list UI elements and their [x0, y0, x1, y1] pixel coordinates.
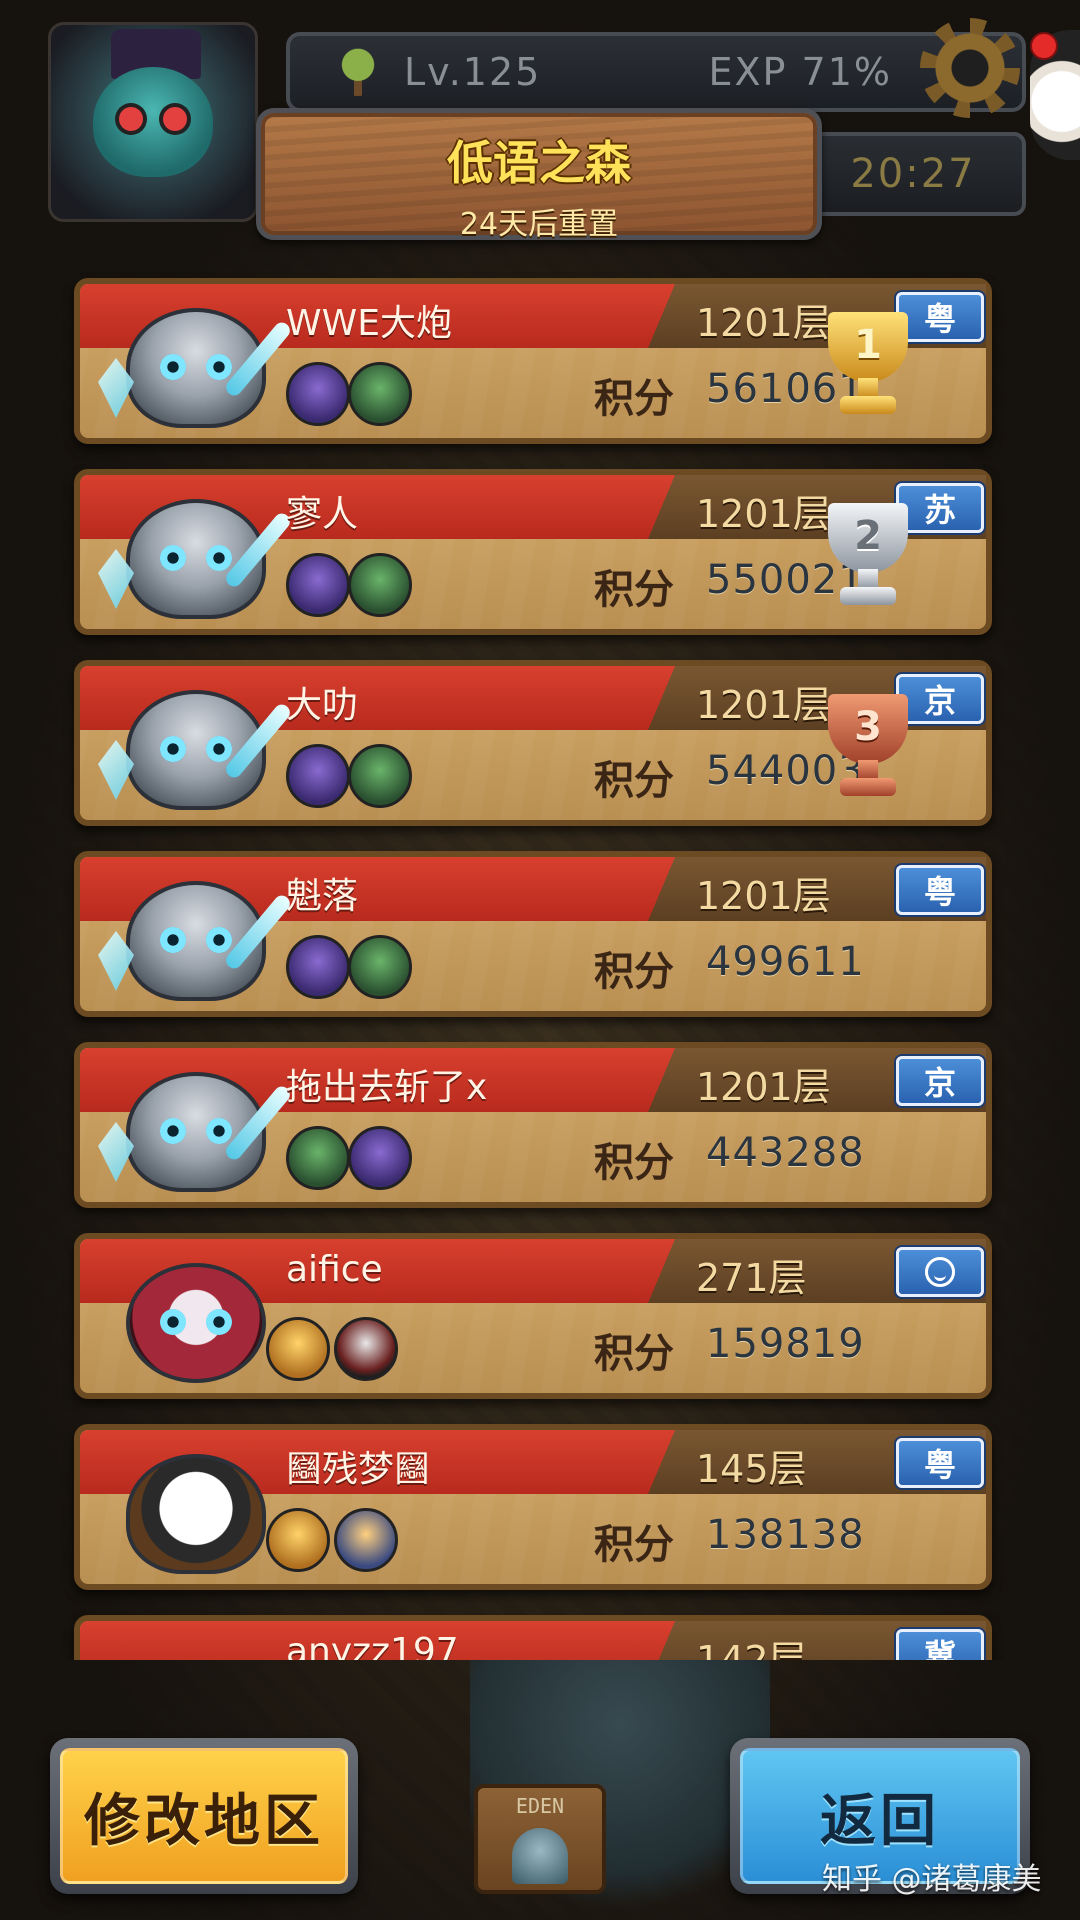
- floor-count: 1201层: [696, 874, 831, 918]
- floor-count: 1201层: [696, 492, 831, 536]
- score-label: 积分: [594, 567, 674, 613]
- leaderboard-row[interactable]: aifice 271层 积分 159819: [74, 1233, 992, 1399]
- hero-mini-icon: [348, 744, 412, 808]
- notification-dot: [1030, 32, 1058, 60]
- player-name: 寥人: [286, 494, 359, 535]
- floor-count: 1201层: [696, 1065, 831, 1109]
- player-name: WWE大炮: [286, 303, 452, 344]
- hero-mini-icon: [286, 362, 350, 426]
- hero-mini-icon: [286, 935, 350, 999]
- leaderboard-row[interactable]: WWE大炮 1201层 积分 561061 粤 1: [74, 278, 992, 444]
- eden-sign-label: EDEN: [515, 1794, 565, 1818]
- eden-tower-icon: [512, 1828, 568, 1884]
- level-bar: Lv.125 EXP 71%: [286, 32, 1026, 112]
- score-value: 499611: [706, 939, 865, 985]
- leaderboard-row[interactable]: 圝残梦圝 145层 积分 138138 粤: [74, 1424, 992, 1590]
- region-badge: 粤: [896, 865, 984, 915]
- floor-count: 1201层: [696, 683, 831, 727]
- hero-panda-icon: [126, 1454, 266, 1574]
- player-name: 大叻: [286, 685, 359, 726]
- score-value: 443288: [706, 1130, 865, 1176]
- hero-red-orb-icon: [126, 1263, 266, 1383]
- silver-trophy-icon: 2: [818, 503, 918, 613]
- smiley-face-icon: [896, 1247, 984, 1297]
- bronze-trophy-icon: 3: [818, 694, 918, 804]
- leaderboard-row[interactable]: 魁落 1201层 积分 499611 粤: [74, 851, 992, 1017]
- trophy-rank: 1: [854, 322, 882, 368]
- hero-mini-icon: [348, 362, 412, 426]
- hero-mini-icon: [334, 1317, 398, 1381]
- player-name: aifice: [286, 1249, 383, 1290]
- reset-countdown: 24天后重置: [459, 207, 619, 242]
- timer-box: 20:27: [800, 132, 1026, 216]
- player-avatar[interactable]: [48, 22, 258, 222]
- avatar-face: [93, 67, 213, 177]
- trophy-rank: 3: [854, 704, 882, 750]
- score-label: 积分: [594, 949, 674, 995]
- level-text: Lv.125: [404, 50, 542, 94]
- change-region-button[interactable]: 修改地区: [60, 1748, 348, 1884]
- leaderboard-row[interactable]: anyzz197 142层 冀: [74, 1615, 992, 1660]
- timer-text: 20:27: [850, 151, 976, 197]
- hero-mini-icon: [348, 553, 412, 617]
- leaderboard-row[interactable]: 拖出去斩了x 1201层 积分 443288 京: [74, 1042, 992, 1208]
- player-name: 魁落: [286, 876, 359, 917]
- floor-count: 1201层: [696, 301, 831, 345]
- player-name: 拖出去斩了x: [286, 1067, 488, 1108]
- score-value: 159819: [706, 1321, 865, 1367]
- hero-mini-icon: [348, 935, 412, 999]
- score-label: 积分: [594, 1522, 674, 1568]
- zone-title-plank: 低语之森 24天后重置: [256, 108, 822, 242]
- score-label: 积分: [594, 376, 674, 422]
- watermark: 知乎 @诸葛康美: [822, 1862, 1042, 1897]
- hero-mini-icon: [286, 1126, 350, 1190]
- leaderboard-row[interactable]: 寥人 1201层 积分 550021 苏 2: [74, 469, 992, 635]
- floor-count: 271层: [696, 1256, 807, 1300]
- smiley-face-glyph: [925, 1257, 955, 1287]
- hero-mini-icon: [286, 553, 350, 617]
- hero-mini-icon: [334, 1508, 398, 1572]
- tree-icon: [334, 48, 382, 96]
- leaderboard-row[interactable]: 大叻 1201层 积分 544003 京 3: [74, 660, 992, 826]
- player-name: 圝残梦圝: [286, 1449, 431, 1490]
- score-label: 积分: [594, 758, 674, 804]
- zone-name: 低语之森: [447, 136, 631, 190]
- floor-count: 145层: [696, 1447, 807, 1491]
- trophy-rank: 2: [854, 513, 882, 559]
- player-name: anyzz197: [286, 1631, 459, 1660]
- region-badge: 京: [896, 1056, 984, 1106]
- exp-text: EXP 71%: [708, 50, 892, 94]
- change-region-button-frame: 修改地区: [50, 1738, 358, 1894]
- gold-trophy-icon: 1: [818, 312, 918, 422]
- score-label: 积分: [594, 1140, 674, 1186]
- hero-mini-icon: [286, 744, 350, 808]
- leaderboard-list[interactable]: WWE大炮 1201层 积分 561061 粤 1 寥人 1201层 积分 55…: [0, 268, 1080, 1660]
- eden-sign[interactable]: EDEN: [474, 1784, 606, 1894]
- hero-mini-icon: [266, 1317, 330, 1381]
- gear-icon[interactable]: [920, 18, 1020, 118]
- hero-mini-icon: [266, 1508, 330, 1572]
- region-badge: 粤: [896, 1438, 984, 1488]
- region-badge: 冀: [896, 1629, 984, 1660]
- score-label: 积分: [594, 1331, 674, 1377]
- score-value: 138138: [706, 1512, 865, 1558]
- floor-count: 142层: [696, 1638, 807, 1660]
- hero-mini-icon: [348, 1126, 412, 1190]
